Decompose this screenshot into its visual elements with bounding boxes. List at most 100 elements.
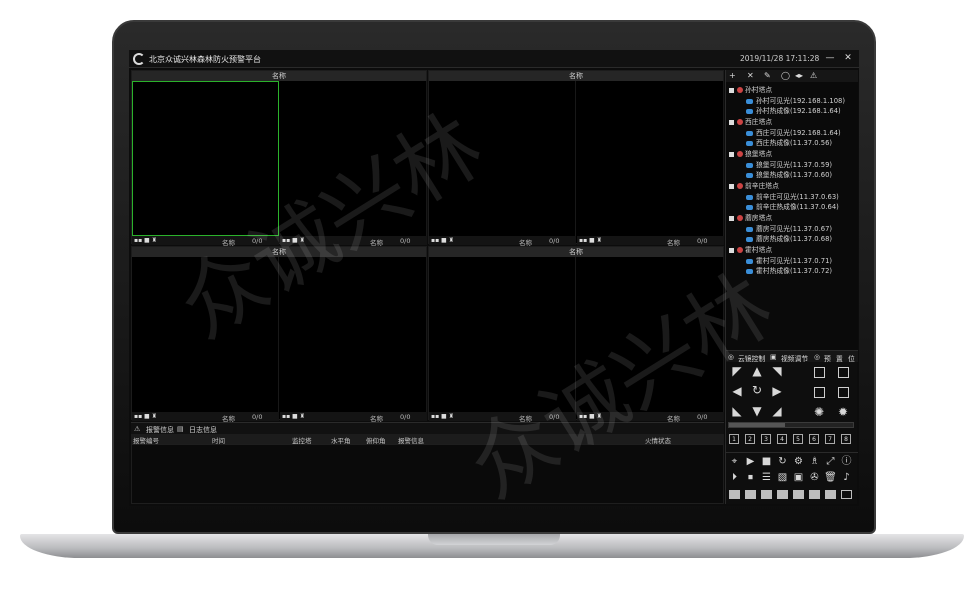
tree-group[interactable]: 霍村塔点 [729,244,772,254]
tree-camera[interactable]: 孙村可见光(192.168.1.108) [746,95,845,105]
video-pane[interactable]: 名称 ▪▪ ■ ♜ 名称 0/0 ▪▪ ■ ♜ 名称 0/0 [131,70,427,247]
preset-button-1[interactable]: 1 [729,434,739,444]
preset-button-4[interactable]: 4 [777,434,787,444]
layout-9-icon[interactable] [809,490,820,499]
cell-tools-icon[interactable]: ▪▪ ■ ♜ [431,237,454,244]
ptz-up-right-icon[interactable]: ◥ [770,364,784,378]
cell-tools-icon[interactable]: ▪▪ ■ ♜ [282,237,305,244]
stop-icon[interactable]: ■ [760,455,773,468]
video-cell[interactable] [577,257,724,412]
add-icon[interactable]: + [729,71,736,80]
split-icon[interactable]: ◂▸ [795,71,803,80]
ptz-reset-icon[interactable]: ↻ [750,383,764,397]
preset-buttons: 1 2 3 4 5 6 7 8 [726,434,858,446]
cell-tools-icon[interactable]: ▪▪ ■ ♜ [282,413,305,420]
rocket-icon[interactable]: ♗ [808,455,821,468]
video-cell[interactable] [577,81,724,236]
layout-6-icon[interactable] [777,490,788,499]
ptz-left-icon[interactable]: ◀ [730,384,744,398]
ptz-up-left-icon[interactable]: ◤ [730,364,744,378]
ptz-down-right-icon[interactable]: ◢ [770,404,784,418]
alarm-table-body[interactable] [131,444,724,504]
window-icon[interactable]: ▣ [792,471,805,484]
preset-button-8[interactable]: 8 [841,434,851,444]
close-button[interactable]: ✕ [841,52,855,65]
cell-tools-icon[interactable]: ▪▪ ■ ♜ [579,413,602,420]
tree-group[interactable]: 前辛庄塔点 [729,180,779,190]
preset-button-5[interactable]: 5 [793,434,803,444]
video-cell[interactable] [280,257,427,412]
tree-camera[interactable]: 狼堡热成像(11.37.0.60) [746,169,832,179]
circle-icon[interactable]: ◯ [781,71,790,80]
iris-open-icon[interactable]: ✺ [812,405,826,419]
cell-tools-icon[interactable]: ▪▪ ■ ♜ [134,237,157,244]
ptz-right-icon[interactable]: ▶ [770,384,784,398]
compass-icon[interactable]: ✇ [808,471,821,484]
target-icon[interactable]: ⌖ [728,455,741,468]
layers-icon[interactable]: ☰ [760,471,773,484]
tree-group[interactable]: 蘑房塔点 [729,212,772,222]
trash-icon[interactable]: 🗑 [824,471,837,484]
focus-far-icon[interactable] [838,387,849,398]
layout-2-icon[interactable] [745,490,756,499]
iris-close-icon[interactable]: ✹ [836,405,850,419]
video-cell[interactable] [429,81,576,236]
edit-icon[interactable]: ✎ [764,71,771,80]
cell-count: 0/0 [697,413,708,421]
layout-8-icon[interactable] [793,490,804,499]
tree-camera[interactable]: 霍村热成像(11.37.0.72) [746,265,832,275]
cell-tools-icon[interactable]: ▪▪ ■ ♜ [431,413,454,420]
app-screen: 北京众诚兴林森林防火预警平台 2019/11/28 17:11:28 — ✕ 名… [129,50,859,506]
tree-group[interactable]: 孙村塔点 [729,84,772,94]
cell-count: 0/0 [252,237,263,245]
cell-tools-icon[interactable]: ▪▪ ■ ♜ [134,413,157,420]
zoom-in-icon[interactable] [814,367,825,378]
tree-group[interactable]: 西庄塔点 [729,116,772,126]
layout-16-icon[interactable] [825,490,836,499]
layout-4-icon[interactable] [761,490,772,499]
preset-icon: ◎ [814,353,820,361]
tree-camera[interactable]: 狼堡可见光(11.37.0.59) [746,159,832,169]
delete-icon[interactable]: ✕ [747,71,754,80]
fullscreen-icon[interactable] [841,490,852,499]
cell-tools-icon[interactable]: ▪▪ ■ ♜ [579,237,602,244]
tree-camera[interactable]: 蘑房热成像(11.37.0.68) [746,233,832,243]
tree-camera[interactable]: 蘑房可见光(11.37.0.67) [746,223,832,233]
play-icon[interactable]: ▶ [744,455,757,468]
tree-group[interactable]: 狼堡塔点 [729,148,772,158]
video-pane[interactable]: 名称 ▪▪ ■ ♜ 名称 0/0 ▪▪ ■ ♜ 名称 0/0 [428,246,724,423]
preset-button-2[interactable]: 2 [745,434,755,444]
ptz-speed-slider[interactable] [728,422,854,428]
ptz-up-icon[interactable]: ▲ [750,364,764,378]
layout-1-icon[interactable] [729,490,740,499]
tree-camera[interactable]: 前辛庄可见光(11.37.0.63) [746,191,839,201]
video-pane[interactable]: 名称 ▪▪ ■ ♜ 名称 0/0 ▪▪ ■ ♜ 名称 0/0 [131,246,427,423]
expand-icon[interactable]: ⤢ [824,455,837,468]
video-cell-selected[interactable] [132,81,279,236]
video-pane[interactable]: 名称 ▪▪ ■ ♜ 名称 0/0 ▪▪ ■ ♜ 名称 0/0 [428,70,724,247]
video-cell[interactable] [429,257,576,412]
tree-camera[interactable]: 西庄可见光(192.168.1.64) [746,127,841,137]
focus-near-icon[interactable] [814,387,825,398]
tree-camera[interactable]: 孙村热成像(192.168.1.64) [746,105,841,115]
image-icon[interactable]: ▧ [776,471,789,484]
alert-icon[interactable]: ⚠ [810,71,817,80]
refresh-icon[interactable]: ↻ [776,455,789,468]
video-cell[interactable] [280,81,427,236]
settings-icon[interactable]: ⚙ [792,455,805,468]
preset-button-3[interactable]: 3 [761,434,771,444]
ptz-down-left-icon[interactable]: ◣ [730,404,744,418]
preset-button-6[interactable]: 6 [809,434,819,444]
volume-icon[interactable]: ♪ [840,471,853,484]
tree-camera[interactable]: 霍村可见光(11.37.0.71) [746,255,832,265]
minimize-button[interactable]: — [823,52,837,65]
preset-button-7[interactable]: 7 [825,434,835,444]
ptz-down-icon[interactable]: ▼ [750,404,764,418]
play-circle-icon[interactable]: ⏵ [728,471,741,484]
video-cell[interactable] [132,257,279,412]
info-icon[interactable]: ⓘ [840,455,853,468]
tree-camera[interactable]: 西庄热成像(11.37.0.56) [746,137,832,147]
stop-circle-icon[interactable]: ⏹ [744,471,757,484]
tree-camera[interactable]: 前辛庄热成像(11.37.0.64) [746,201,839,211]
zoom-out-icon[interactable] [838,367,849,378]
